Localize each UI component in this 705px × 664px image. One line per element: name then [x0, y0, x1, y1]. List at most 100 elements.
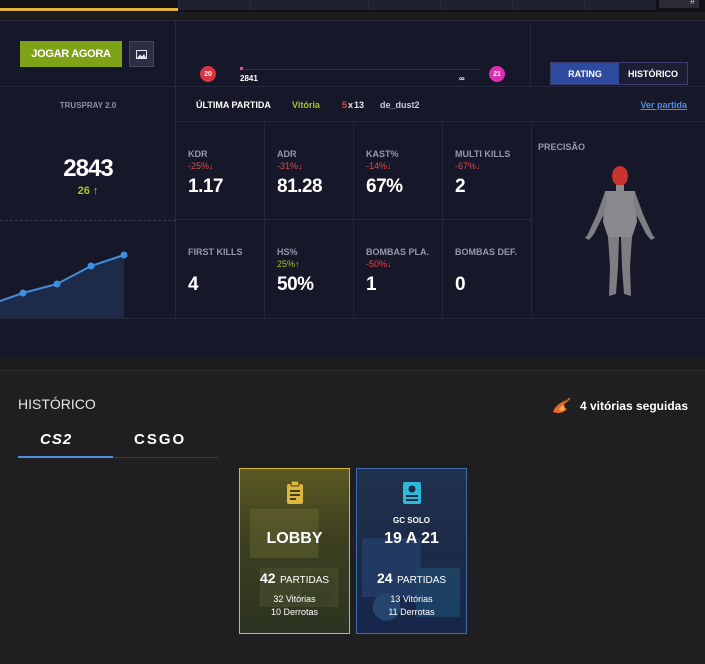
- body-figure-icon: [585, 166, 655, 296]
- header-row: JOGAR AGORA 20 2841 ∞ 21 RATING HISTÓRIC…: [0, 21, 705, 87]
- card-title: 19 A 21: [384, 530, 439, 547]
- lobby-card[interactable]: LOBBY 42 PARTIDAS 32 Vitórias 10 Derrota…: [239, 468, 350, 634]
- view-match-link[interactable]: Ver partida: [640, 100, 687, 110]
- stat-name: ADR: [277, 149, 297, 159]
- last-match-label: ÚLTIMA PARTIDA: [196, 100, 271, 110]
- card-matches-label: PARTIDAS: [396, 575, 447, 586]
- stat-delta: 25%↑: [277, 259, 300, 269]
- arrow-up-icon: ↑: [92, 185, 99, 197]
- card-matches: 42 PARTIDAS: [240, 570, 349, 588]
- image-button[interactable]: [129, 41, 154, 67]
- stat-kast: KAST% -14%↓ 67%: [354, 121, 443, 219]
- last-match-score-left: 5: [342, 100, 348, 110]
- history-title: HISTÓRICO: [18, 396, 96, 412]
- card-icon-wrap: [357, 481, 466, 505]
- right-leg-zone: [621, 237, 632, 296]
- clipboard-icon: [286, 481, 303, 504]
- stat-delta: -67%↓: [455, 161, 481, 171]
- top-corner-button[interactable]: #: [659, 0, 699, 8]
- stat-name: BOMBAS PLA.: [366, 247, 429, 257]
- card-matches-count: 24: [376, 570, 393, 586]
- card-matches-label: PARTIDAS: [279, 575, 330, 586]
- stat-name: BOMBAS DEF.: [455, 247, 518, 257]
- last-match-result: Vitória: [292, 100, 320, 110]
- top-tab[interactable]: [368, 0, 440, 10]
- toggle-rating[interactable]: RATING: [551, 63, 619, 84]
- rating-value: 2843: [63, 155, 113, 182]
- image-icon: [136, 49, 147, 59]
- stat-delta: -50%↓: [366, 259, 392, 269]
- gc-solo-card[interactable]: GC SOLO 19 A 21 24 PARTIDAS 13 Vitórias …: [356, 468, 467, 634]
- last-match-row: ÚLTIMA PARTIDA Vitória 5 x 13 de_dust2 V…: [176, 87, 705, 121]
- rating-delta: 26 ↑: [0, 185, 176, 197]
- stat-delta: -25%↓: [188, 161, 214, 171]
- stat-value: 81.28: [277, 176, 323, 197]
- head-zone: [612, 166, 628, 186]
- stat-value: 50%: [277, 274, 314, 295]
- rating-title: TRUSPRAY 2.0: [59, 101, 117, 110]
- card-matches-count: 42: [259, 570, 276, 586]
- stat-name: KDR: [188, 149, 208, 159]
- top-tab[interactable]: [250, 0, 368, 10]
- last-match-score-sep: x: [348, 100, 354, 110]
- precision-title: PRECISÃO: [538, 142, 586, 152]
- stat-value: 2: [455, 176, 466, 197]
- divider: [175, 21, 176, 87]
- progress-bar: [0, 8, 178, 11]
- last-match-map: de_dust2: [380, 100, 420, 110]
- stat-adr: ADR -31%↓ 81.28: [265, 121, 354, 219]
- rating-delta-value: 26: [77, 185, 90, 197]
- top-tab[interactable]: [584, 0, 656, 10]
- active-tab-indicator: [18, 456, 113, 458]
- stat-multi-kills: MULTI KILLS -67%↓ 2: [443, 121, 532, 219]
- top-tab[interactable]: [440, 0, 512, 10]
- stat-bombs-defused: BOMBAS DEF. 0: [443, 219, 532, 318]
- robot-icon: [402, 482, 421, 504]
- divider: [530, 21, 531, 87]
- elo-marker: [240, 67, 243, 70]
- card-losses: 11 Derrotas: [388, 607, 435, 617]
- card-icon-wrap: [240, 481, 349, 505]
- trend-point: [120, 251, 128, 259]
- trend-point: [53, 280, 61, 288]
- history-section: HISTÓRICO 4 vitórias seguidas CS2 CSGO L…: [0, 370, 705, 664]
- card-subtitle: GC SOLO: [393, 516, 430, 525]
- rating-trend-chart: [0, 251, 128, 318]
- stat-hs: HS% 25%↑ 50%: [265, 219, 354, 318]
- toggle-history[interactable]: HISTÓRICO: [619, 63, 687, 84]
- stat-value: 4: [188, 274, 199, 295]
- view-toggle: RATING HISTÓRICO: [550, 62, 688, 85]
- profile-panel: JOGAR AGORA 20 2841 ∞ 21 RATING HISTÓRIC…: [0, 20, 705, 358]
- corner-label: #: [689, 0, 695, 6]
- win-streak-label: 4 vitórias seguidas: [579, 399, 688, 413]
- stat-name: HS%: [277, 247, 298, 257]
- rating-sidebar: TRUSPRAY 2.0 2843 26 ↑: [0, 87, 176, 318]
- win-streak: 4 vitórias seguidas: [550, 397, 688, 415]
- stat-value: 1.17: [188, 176, 223, 197]
- stat-kdr: KDR -25%↓ 1.17: [176, 121, 265, 219]
- play-now-button[interactable]: JOGAR AGORA: [20, 41, 122, 67]
- team-b-score-badge: 21: [489, 66, 505, 82]
- stat-name: FIRST KILLS: [188, 247, 243, 257]
- team-a-score-badge: 20: [200, 66, 216, 82]
- card-matches: 24 PARTIDAS: [357, 570, 466, 588]
- stat-value: 67%: [366, 176, 403, 197]
- stat-name: KAST%: [366, 149, 399, 159]
- game-tabs: CS2 CSGO: [18, 428, 218, 458]
- precision-panel: PRECISÃO: [530, 121, 705, 318]
- top-tab[interactable]: [178, 0, 250, 10]
- card-title: LOBBY: [266, 530, 323, 547]
- elo-current: 2841: [240, 74, 258, 83]
- elo-next: ∞: [459, 74, 465, 83]
- top-strip: #: [0, 0, 705, 12]
- elo-track: [240, 69, 480, 70]
- stat-bombs-planted: BOMBAS PLA. -50%↓ 1: [354, 219, 443, 318]
- divider: [0, 220, 176, 221]
- top-tab[interactable]: [512, 0, 584, 10]
- card-wins: 13 Vitórias: [390, 594, 433, 604]
- card-losses: 10 Derrotas: [270, 607, 319, 617]
- stat-name: MULTI KILLS: [455, 149, 511, 159]
- panel-footer: [0, 318, 705, 359]
- tab-cs2[interactable]: CS2: [40, 431, 72, 448]
- tab-csgo[interactable]: CSGO: [134, 431, 186, 448]
